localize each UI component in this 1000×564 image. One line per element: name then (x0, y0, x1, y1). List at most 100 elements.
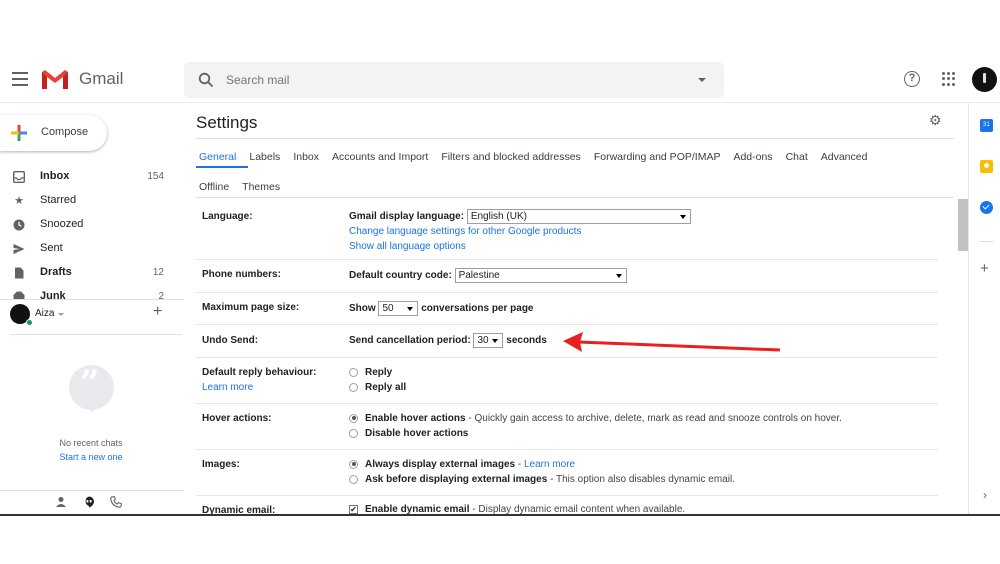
setting-row-undo-send: Undo Send: Send cancellation period: 30 … (196, 325, 938, 358)
title-divider (196, 138, 954, 139)
country-code-label: Default country code: (349, 270, 452, 282)
chat-user-name[interactable]: Aiza (35, 308, 54, 319)
images-learn-more-link[interactable]: Learn more (524, 459, 575, 470)
chevron-right-icon[interactable]: › (983, 488, 987, 502)
setting-content: Reply Reply all (349, 358, 929, 404)
display-language-select[interactable]: English (UK) (466, 209, 691, 224)
change-language-link[interactable]: Change language settings for other Googl… (349, 226, 581, 237)
start-new-chat-link[interactable]: Start a new one (0, 452, 182, 462)
tab-accounts-and-import[interactable]: Accounts and Import (329, 151, 431, 163)
side-panel: 31 + › (968, 103, 1000, 514)
sidebar-item-junk[interactable]: Junk 2 (0, 285, 184, 299)
cancellation-period-value: 30 (477, 335, 489, 346)
page-size-select[interactable]: 50 (378, 301, 419, 316)
compose-button[interactable]: Compose (0, 115, 107, 151)
apps-grid-icon[interactable] (942, 72, 956, 86)
sidebar-item-starred[interactable]: ★ Starred (0, 189, 184, 213)
settings-panel: Settings ⚙ General Labels Inbox Accounts an… (184, 103, 968, 514)
send-icon (13, 244, 25, 254)
sidebar-item-count: 12 (152, 267, 164, 278)
dynamic-email-option[interactable]: ✔ Enable dynamic email - Display dynamic … (349, 504, 685, 514)
tab-inbox[interactable]: Inbox (290, 151, 322, 163)
ask-before-images-option[interactable]: Ask before displaying external images - … (349, 474, 735, 485)
tab-themes[interactable]: Themes (239, 181, 283, 193)
setting-content: Always display external images - Learn m… (349, 450, 929, 496)
search-icon[interactable] (198, 72, 214, 88)
setting-label: Hover actions: (202, 413, 272, 424)
tab-labels[interactable]: Labels (246, 151, 283, 163)
reply-option[interactable]: Reply (349, 367, 392, 378)
search-input[interactable] (226, 70, 666, 90)
always-display-radio[interactable] (349, 459, 358, 469)
dynamic-email-checkbox[interactable]: ✔ (349, 504, 358, 514)
setting-content: Send cancellation period: 30 seconds (349, 325, 929, 358)
tasks-icon[interactable] (980, 201, 993, 214)
show-label: Show (349, 303, 376, 315)
search-options-icon[interactable] (698, 78, 706, 82)
sidebar-item-inbox[interactable]: Inbox 154 (0, 165, 184, 189)
settings-tabs-row2: Offline Themes (196, 177, 290, 197)
reply-radio[interactable] (349, 367, 358, 377)
setting-content: Gmail display language: English (UK) Cha… (349, 198, 929, 260)
calendar-icon[interactable]: 31 (980, 119, 993, 132)
tab-forwarding[interactable]: Forwarding and POP/IMAP (591, 151, 724, 163)
tab-chat[interactable]: Chat (783, 151, 811, 163)
setting-row-phone-numbers: Phone numbers: Default country code: Pal… (196, 260, 938, 293)
phone-icon[interactable] (110, 496, 122, 508)
account-avatar[interactable] (972, 67, 997, 92)
enable-hover-label: Enable hover actions (365, 413, 466, 424)
no-recent-chats-text: No recent chats (59, 438, 123, 448)
sidebar-item-drafts[interactable]: Drafts 12 (0, 261, 184, 285)
setting-label: Undo Send: (202, 335, 259, 346)
ask-before-label: Ask before displaying external images (365, 474, 548, 485)
reply-all-option[interactable]: Reply all (349, 382, 406, 393)
disable-hover-label: Disable hover actions (365, 428, 469, 439)
get-add-ons-plus-icon[interactable]: + (980, 261, 989, 276)
setting-label: Default reply behaviour: (202, 367, 317, 378)
enable-hover-radio[interactable] (349, 413, 358, 423)
new-chat-plus-icon[interactable]: + (153, 303, 162, 321)
sidebar-item-snoozed[interactable]: Snoozed (0, 213, 184, 237)
sidebar-item-label: Snoozed (40, 218, 84, 230)
main-menu-icon[interactable] (12, 72, 28, 86)
setting-content: Show 50 conversations per page (349, 293, 929, 325)
setting-content: ✔ Enable dynamic email - Display dynamic … (349, 496, 929, 514)
country-code-select[interactable]: Palestine (454, 268, 627, 283)
folder-list: Inbox 154 ★ Starred Snoozed Sent Drafts … (0, 165, 184, 299)
enable-hover-option[interactable]: Enable hover actions - Quickly gain acce… (349, 413, 842, 424)
tab-filters[interactable]: Filters and blocked addresses (438, 151, 584, 163)
cancellation-period-select[interactable]: 30 (473, 333, 504, 348)
sidebar-item-label: Drafts (40, 266, 72, 278)
settings-scrollbar[interactable] (958, 199, 968, 251)
hangouts-icon[interactable] (83, 496, 95, 508)
disable-hover-option[interactable]: Disable hover actions (349, 428, 468, 439)
keep-icon[interactable] (980, 160, 993, 173)
sidebar-item-label: Starred (40, 194, 77, 206)
active-tab-indicator (196, 166, 248, 168)
gear-icon[interactable]: ⚙ (929, 113, 943, 127)
sidebar-item-sent[interactable]: Sent (0, 237, 184, 261)
left-sidebar: Compose Inbox 154 ★ Starred Snoozed Sent (0, 103, 184, 514)
person-icon[interactable] (55, 496, 67, 508)
help-icon[interactable]: ? (904, 71, 920, 87)
setting-content: Default country code: Palestine (349, 260, 929, 293)
sidebar-item-label: Sent (40, 242, 63, 254)
search-bar[interactable] (184, 62, 724, 98)
ask-before-radio[interactable] (349, 474, 358, 484)
always-display-images-option[interactable]: Always display external images - Learn m… (349, 459, 575, 470)
app-name[interactable]: Gmail (79, 69, 123, 89)
tab-advanced[interactable]: Advanced (818, 151, 871, 163)
chat-status-dropdown-icon[interactable] (58, 313, 64, 316)
reply-learn-more-link[interactable]: Learn more (202, 382, 253, 393)
setting-row-language: Language: Gmail display language: Englis… (196, 198, 938, 260)
disable-hover-radio[interactable] (349, 428, 358, 438)
tab-add-ons[interactable]: Add-ons (730, 151, 775, 163)
show-all-languages-link[interactable]: Show all language options (349, 241, 466, 252)
tab-general[interactable]: General (196, 151, 239, 163)
inbox-icon (13, 171, 25, 183)
tab-offline[interactable]: Offline (196, 181, 232, 193)
setting-row-default-reply: Default reply behaviour: Learn more Repl… (196, 358, 938, 404)
reply-all-radio[interactable] (349, 382, 358, 392)
side-panel-divider (979, 241, 993, 242)
gmail-logo-icon[interactable] (40, 68, 70, 90)
